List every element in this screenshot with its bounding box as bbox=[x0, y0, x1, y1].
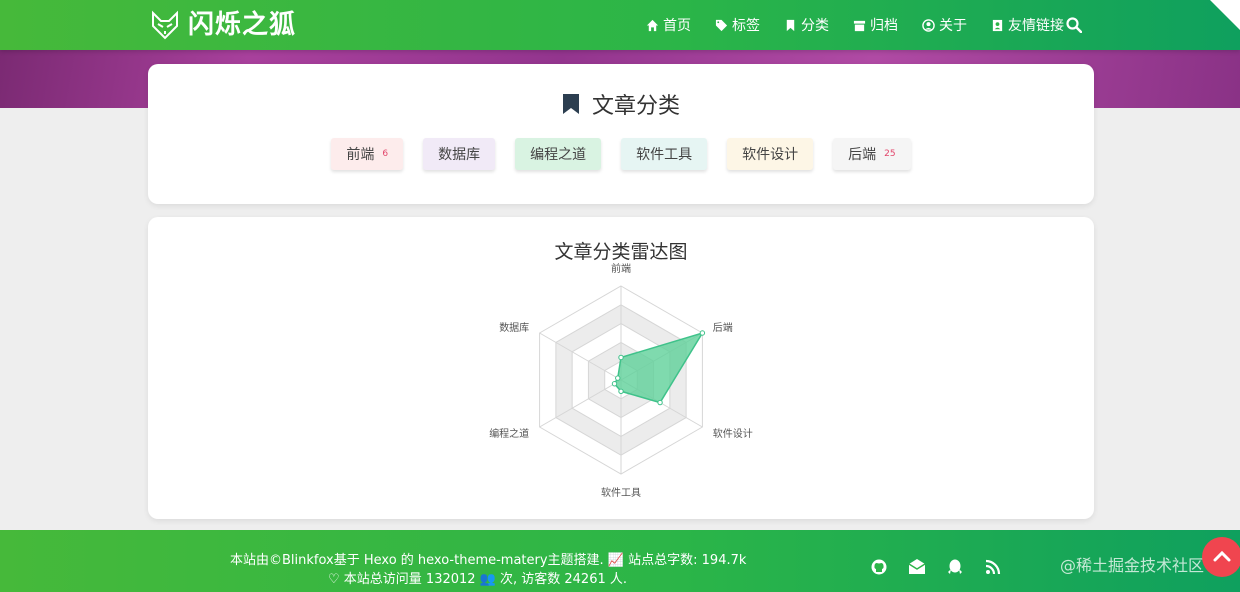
github-icon[interactable] bbox=[870, 558, 888, 576]
nav-about[interactable]: 关于 bbox=[922, 15, 967, 35]
category-chip[interactable]: 软件设计 bbox=[727, 138, 814, 170]
brand-name: 闪烁之狐 bbox=[188, 10, 297, 40]
category-chip-count: 6 bbox=[382, 149, 389, 159]
address-book-icon bbox=[992, 19, 1003, 31]
nav-tags[interactable]: 标签 bbox=[715, 15, 760, 35]
category-chip-label: 编程之道 bbox=[530, 147, 587, 163]
nav-home-label: 首页 bbox=[663, 18, 691, 34]
nav-friends[interactable]: 友情链接 bbox=[991, 15, 1064, 35]
radar-indicator-label: 后端 bbox=[713, 321, 733, 334]
category-chip[interactable]: 编程之道 bbox=[515, 138, 602, 170]
nav-about-label: 关于 bbox=[939, 18, 967, 34]
nav-categories[interactable]: 分类 bbox=[784, 15, 829, 35]
category-chip[interactable]: 后端 25 bbox=[833, 138, 911, 170]
category-chip-list: 前端 6 数据库 编程之道 软件工具 软件设计 后端 25 bbox=[148, 138, 1094, 170]
radar-indicator-label: 前端 bbox=[611, 262, 631, 275]
main-nav: 首页 标签 分类 归档 关于 友情链接 bbox=[646, 0, 1088, 50]
bookmark-icon bbox=[562, 94, 579, 114]
radar-indicator-label: 数据库 bbox=[499, 321, 529, 334]
radar-data-point bbox=[611, 381, 618, 387]
category-card: 文章分类 前端 6 数据库 编程之道 软件工具 软件设计 后端 25 bbox=[148, 64, 1094, 204]
site-footer: 本站由©Blinkfox基于 Hexo 的 hexo-theme-matery主… bbox=[0, 530, 1240, 592]
radar-data-point bbox=[618, 354, 624, 361]
footer-social bbox=[870, 558, 1022, 576]
nav-archive[interactable]: 归档 bbox=[853, 15, 898, 35]
category-chip-count: 25 bbox=[884, 149, 896, 159]
footer-stats: ♡ 本站总访问量 132012 👥 次, 访客数 24261 人. bbox=[328, 572, 628, 587]
github-corner[interactable] bbox=[1210, 0, 1240, 30]
radar-card: 文章分类雷达图 前端 后端 软件设计 软件工具 编程之道 数据库 bbox=[148, 217, 1094, 519]
user-circle-icon bbox=[922, 18, 935, 32]
top-navbar: 闪烁之狐 首页 标签 分类 归档 关于 友情链接 bbox=[0, 0, 1240, 50]
category-chip-label: 软件设计 bbox=[742, 147, 799, 163]
radar-data-point bbox=[699, 330, 706, 336]
archive-icon bbox=[853, 20, 866, 31]
radar-indicator-label: 软件工具 bbox=[601, 486, 641, 499]
fox-logo-icon bbox=[152, 10, 178, 40]
category-chip-label: 数据库 bbox=[438, 147, 481, 163]
category-chip-label: 前端 bbox=[346, 147, 375, 163]
watermark: @稀土掘金技术社区 bbox=[1060, 556, 1205, 575]
nav-home[interactable]: 首页 bbox=[646, 15, 691, 35]
nav-friends-label: 友情链接 bbox=[1008, 18, 1064, 34]
back-to-top-button[interactable] bbox=[1202, 537, 1240, 577]
category-chip-label: 后端 bbox=[848, 147, 877, 163]
category-title-text: 文章分类 bbox=[591, 94, 680, 119]
home-icon bbox=[646, 19, 659, 31]
radar-indicator-label: 编程之道 bbox=[489, 427, 529, 440]
category-title: 文章分类 bbox=[148, 88, 1094, 120]
nav-tags-label: 标签 bbox=[732, 18, 760, 34]
radar-indicator-label: 软件设计 bbox=[713, 427, 753, 440]
radar-data-point bbox=[618, 388, 624, 394]
radar-data-point bbox=[615, 375, 621, 381]
nav-archive-label: 归档 bbox=[870, 18, 898, 34]
qq-icon[interactable] bbox=[946, 558, 964, 576]
brand-logo[interactable]: 闪烁之狐 bbox=[150, 10, 296, 40]
rss-icon[interactable] bbox=[984, 558, 1002, 576]
radar-chart: 前端后端软件设计软件工具 编程之道 数据库 bbox=[489, 262, 753, 499]
category-chip[interactable]: 软件工具 bbox=[621, 138, 708, 170]
category-chip-label: 软件工具 bbox=[636, 147, 693, 163]
category-chip[interactable]: 前端 6 bbox=[331, 138, 404, 170]
email-icon[interactable] bbox=[908, 558, 926, 576]
nav-categories-label: 分类 bbox=[801, 18, 829, 34]
tags-icon bbox=[715, 19, 728, 31]
chevron-up-icon bbox=[1213, 550, 1231, 562]
bookmark-icon bbox=[786, 19, 795, 31]
category-chip[interactable]: 数据库 bbox=[423, 138, 496, 170]
footer-copyright: 本站由©Blinkfox基于 Hexo 的 hexo-theme-matery主… bbox=[230, 553, 747, 568]
search-icon[interactable] bbox=[1066, 17, 1082, 33]
radar-data-point bbox=[657, 399, 663, 406]
